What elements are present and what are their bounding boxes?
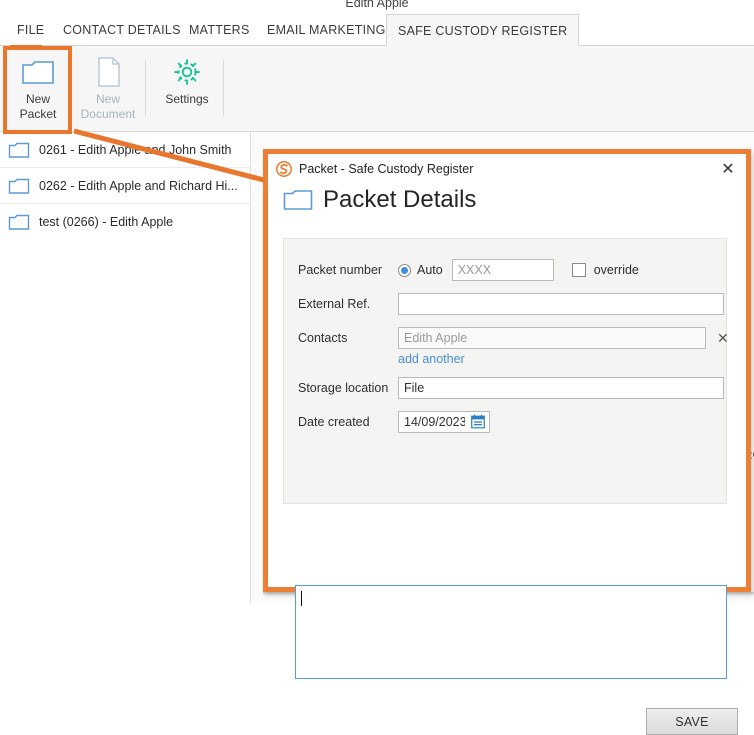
external-ref-label: External Ref. xyxy=(298,297,371,311)
contacts-row: Contacts ✕ xyxy=(298,327,729,349)
packet-number-label: Packet number xyxy=(298,263,383,277)
packet-list-pane: 0261 - Edith Apple and John Smith 0262 -… xyxy=(0,132,251,604)
tab-email-marketing[interactable]: EMAIL MARKETING xyxy=(256,14,397,46)
ribbon-separator-2 xyxy=(223,60,224,116)
list-item[interactable]: 0262 - Edith Apple and Richard Hi... xyxy=(0,168,250,204)
dialog-title-text: Packet - Safe Custody Register xyxy=(299,162,474,176)
list-item-label: 0261 - Edith Apple and John Smith xyxy=(39,142,232,157)
calendar-icon[interactable] xyxy=(471,414,485,432)
close-icon[interactable]: ✕ xyxy=(716,157,740,181)
external-ref-row: External Ref. xyxy=(298,293,724,315)
auto-radio-label: Auto xyxy=(417,263,443,277)
storage-location-label: Storage location xyxy=(298,381,389,395)
settings-label: Settings xyxy=(165,92,209,106)
save-button[interactable]: SAVE xyxy=(646,708,738,735)
window-title-fragment: Edith Apple xyxy=(345,0,409,10)
folder-icon xyxy=(8,177,30,195)
add-another-contact-link-row: add another xyxy=(398,352,465,366)
external-ref-input[interactable] xyxy=(398,293,724,315)
tab-file[interactable]: FILE xyxy=(6,14,55,46)
list-item[interactable]: 0261 - Edith Apple and John Smith xyxy=(0,132,250,168)
notes-textarea-wrapper[interactable] xyxy=(295,585,727,679)
auto-radio-dot xyxy=(401,266,408,274)
annotation-highlight-box xyxy=(3,46,72,134)
dialog-heading: Packet Details xyxy=(268,184,746,220)
settings-button[interactable]: Settings xyxy=(155,52,219,126)
packet-details-dialog: Packet - Safe Custody Register ✕ Packet … xyxy=(263,149,751,735)
add-another-link[interactable]: add another xyxy=(398,352,465,366)
ribbon-toolbar: New Packet New Document Settings xyxy=(0,46,754,132)
page-title: Packet Details xyxy=(323,186,477,213)
storage-location-row: Storage location xyxy=(298,377,724,399)
override-label: override xyxy=(593,263,639,277)
folder-icon xyxy=(8,141,30,159)
list-item-label: test (0266) - Edith Apple xyxy=(39,215,174,229)
packet-number-row: Packet number Auto override xyxy=(298,259,639,281)
packet-form-panel: Packet number Auto override External Ref… xyxy=(283,238,729,504)
smokeball-logo-icon xyxy=(276,161,292,177)
new-document-label-line2: Document xyxy=(80,107,136,121)
packet-number-input[interactable] xyxy=(451,259,554,281)
ribbon-tab-bar: FILE CONTACT DETAILS MATTERS EMAIL MARKE… xyxy=(0,14,754,46)
contacts-label: Contacts xyxy=(298,331,348,345)
list-item-label: 0262 - Edith Apple and Richard Hi... xyxy=(39,178,238,193)
folder-icon xyxy=(8,213,30,231)
document-icon xyxy=(76,52,140,92)
tab-matters[interactable]: MATTERS xyxy=(178,14,261,46)
date-created-label: Date created xyxy=(298,415,370,429)
storage-location-input[interactable] xyxy=(398,377,724,399)
folder-icon xyxy=(283,188,313,212)
dialog-title-bar: Packet - Safe Custody Register ✕ xyxy=(268,154,746,184)
gear-icon xyxy=(155,52,219,92)
contacts-input[interactable] xyxy=(398,327,706,349)
auto-radio[interactable] xyxy=(398,263,411,277)
ribbon-separator-1 xyxy=(145,60,146,116)
tab-contact-details[interactable]: CONTACT DETAILS xyxy=(52,14,192,46)
new-document-label-line1: New xyxy=(95,92,120,106)
new-document-button[interactable]: New Document xyxy=(76,52,140,126)
override-checkbox[interactable] xyxy=(571,263,586,277)
list-item[interactable]: test (0266) - Edith Apple xyxy=(0,204,250,240)
date-created-row: Date created xyxy=(298,411,490,433)
remove-contact-icon[interactable]: ✕ xyxy=(717,331,729,345)
tab-safe-custody-register[interactable]: SAFE CUSTODY REGISTER xyxy=(386,14,580,46)
